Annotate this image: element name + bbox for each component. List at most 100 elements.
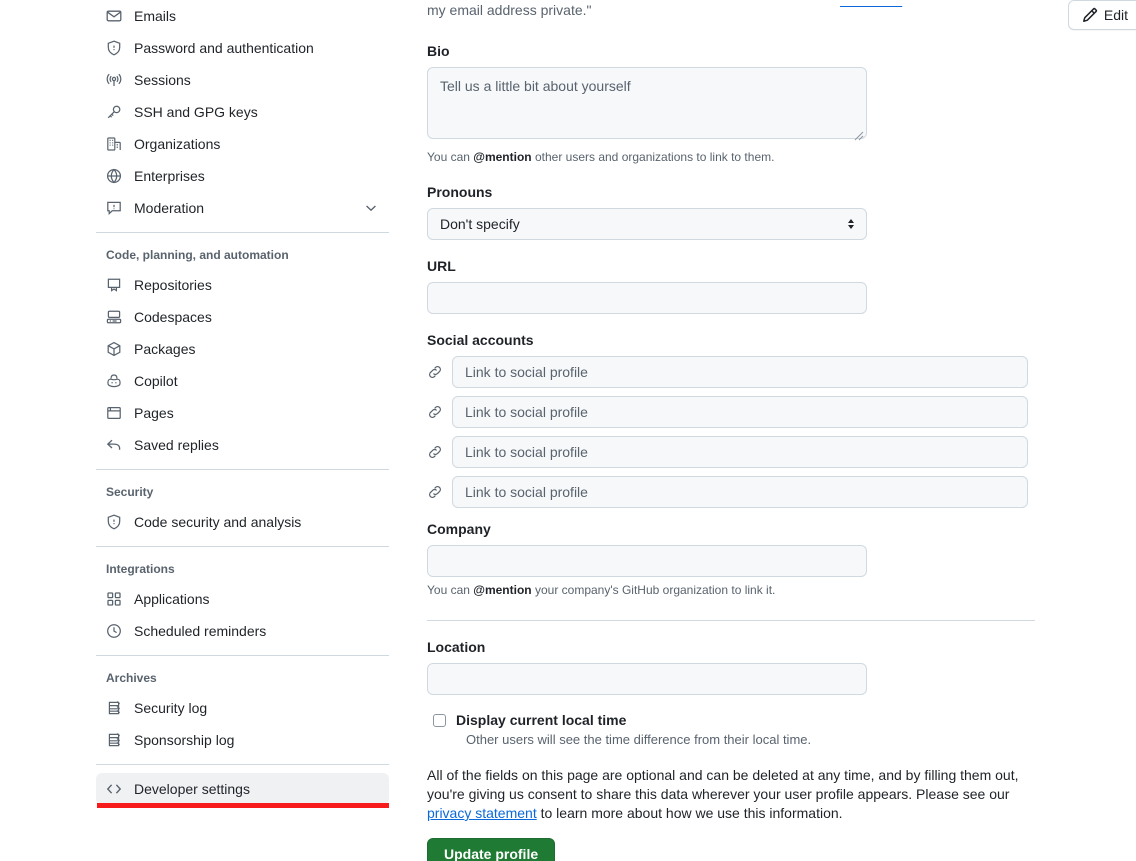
sidebar-item-label: Enterprises: [134, 168, 205, 184]
clipped-email-note-text: my email address private.": [427, 2, 592, 18]
social-accounts-label: Social accounts: [427, 332, 534, 348]
sidebar-item-sponsorship-log[interactable]: Sponsorship log: [96, 724, 389, 756]
sidebar-item-applications[interactable]: Applications: [96, 583, 389, 615]
codespaces-icon: [106, 309, 122, 325]
pencil-icon: [1082, 7, 1098, 23]
bio-textarea[interactable]: [427, 67, 867, 139]
social-profile-input-3[interactable]: [452, 436, 1028, 468]
local-time-section: Display current local time Other users w…: [427, 710, 1037, 749]
sidebar-item-security-log[interactable]: Security log: [96, 692, 389, 724]
sidebar-item-pages[interactable]: Pages: [96, 397, 389, 429]
sidebar-item-code-security-and-analysis[interactable]: Code security and analysis: [96, 506, 389, 538]
repo-icon: [106, 277, 122, 293]
edit-button[interactable]: Edit: [1067, 0, 1136, 30]
social-profile-input-2[interactable]: [452, 396, 1028, 428]
sidebar-item-label: Copilot: [134, 373, 178, 389]
sidebar-item-password-and-authentication[interactable]: Password and authentication: [96, 32, 389, 64]
clipped-inline-link[interactable]: [840, 0, 902, 10]
globe-icon: [106, 168, 122, 184]
social-accounts-section: Social accounts: [427, 330, 1037, 508]
url-input[interactable]: [427, 282, 867, 314]
sidebar-group: Applications Scheduled reminders: [96, 583, 389, 647]
sidebar-item-saved-replies[interactable]: Saved replies: [96, 429, 389, 461]
sidebar-item-label: Emails: [134, 8, 177, 24]
sidebar-item-label: Codespaces: [134, 309, 212, 325]
sidebar-group-title: Code, planning, and automation: [106, 248, 289, 262]
code-icon: [106, 781, 122, 797]
sidebar-divider: [96, 655, 389, 656]
pronouns-select[interactable]: Don't specifythey/themshe/herhe/himCusto…: [427, 208, 867, 240]
package-icon: [106, 341, 122, 357]
reply-icon: [106, 437, 122, 453]
local-time-checkbox[interactable]: [433, 714, 446, 727]
sidebar-item-repositories[interactable]: Repositories: [96, 269, 389, 301]
sidebar-item-label: Security log: [134, 700, 208, 716]
update-profile-button[interactable]: Update profile: [427, 838, 556, 861]
consent-part2: to learn more about how we use this info…: [536, 805, 843, 821]
log-icon: [106, 732, 122, 748]
chevron-down-icon[interactable]: [363, 200, 379, 216]
location-label: Location: [427, 639, 486, 655]
log-icon: [106, 700, 122, 716]
sidebar-item-scheduled-reminders[interactable]: Scheduled reminders: [96, 615, 389, 647]
sidebar-group: Developer settings: [96, 773, 389, 805]
local-time-sublabel: Other users will see the time difference…: [466, 732, 812, 747]
sidebar-item-label: Applications: [134, 591, 210, 607]
social-account-row: [427, 476, 1037, 508]
company-hint-mention: @mention: [473, 583, 532, 597]
sidebar-item-packages[interactable]: Packages: [96, 333, 389, 365]
edit-button-label: Edit: [1103, 7, 1128, 23]
shield-check-icon: [106, 514, 122, 530]
sidebar-item-label: Pages: [134, 405, 174, 421]
local-time-label[interactable]: Display current local time: [456, 710, 626, 730]
bio-input-wrapper: [427, 67, 867, 144]
organization-icon: [106, 136, 122, 152]
social-profile-input-1[interactable]: [452, 356, 1028, 388]
sidebar-item-moderation[interactable]: Moderation: [96, 192, 389, 224]
copilot-icon: [106, 373, 122, 389]
browser-icon: [106, 405, 122, 421]
sidebar-item-copilot[interactable]: Copilot: [96, 365, 389, 397]
sidebar-item-label: Password and authentication: [134, 40, 314, 56]
bio-hint-prefix: You can: [427, 150, 474, 164]
bio-label: Bio: [427, 43, 450, 59]
consent-text: All of the fields on this page are optio…: [427, 766, 1035, 823]
location-input[interactable]: [427, 663, 867, 695]
settings-profile-page: Emails Password and authentication Session…: [0, 0, 1136, 861]
apps-icon: [106, 591, 122, 607]
sidebar-item-label: Moderation: [134, 200, 205, 216]
sidebar-item-enterprises[interactable]: Enterprises: [96, 160, 389, 192]
clock-icon: [106, 623, 122, 639]
sidebar-item-sessions[interactable]: Sessions: [96, 64, 389, 96]
sidebar-item-codespaces[interactable]: Codespaces: [96, 301, 389, 333]
local-time-checkbox-row[interactable]: Display current local time: [427, 710, 1037, 730]
sidebar-item-ssh-and-gpg-keys[interactable]: SSH and GPG keys: [96, 96, 389, 128]
sidebar-group-title: Archives: [106, 671, 157, 685]
report-icon: [106, 200, 122, 216]
sidebar-item-label: SSH and GPG keys: [134, 104, 258, 120]
pronouns-label: Pronouns: [427, 184, 493, 200]
privacy-statement-link[interactable]: privacy statement: [427, 805, 537, 821]
sidebar-item-organizations[interactable]: Organizations: [96, 128, 389, 160]
social-rows: [427, 356, 1037, 508]
company-input[interactable]: [427, 545, 867, 577]
sidebar-item-label: Packages: [134, 341, 196, 357]
location-section: Location: [427, 637, 1037, 695]
company-hint-suffix: your company's GitHub organization to li…: [531, 583, 776, 597]
settings-sidebar: Emails Password and authentication Session…: [96, 0, 389, 805]
section-divider: [427, 620, 1035, 621]
sidebar-item-developer-settings[interactable]: Developer settings: [96, 773, 389, 805]
key-icon: [106, 104, 122, 120]
sidebar-group: Repositories Codespaces Packages Copilot Pag…: [96, 269, 389, 461]
sidebar-group: Emails Password and authentication Session…: [96, 0, 389, 224]
company-section: Company You can @mention your company's …: [427, 519, 1037, 599]
sidebar-item-label: Sponsorship log: [134, 732, 235, 748]
sidebar-item-emails[interactable]: Emails: [96, 0, 389, 32]
sidebar-item-label: Developer settings: [134, 781, 250, 797]
sidebar-group-title: Integrations: [106, 562, 175, 576]
pronouns-section: Pronouns Don't specifythey/themshe/herhe…: [427, 182, 1037, 240]
bio-hint-suffix: other users and organizations to link to…: [531, 150, 775, 164]
social-profile-input-4[interactable]: [452, 476, 1028, 508]
pronouns-select-wrapper: Don't specifythey/themshe/herhe/himCusto…: [427, 208, 867, 240]
sidebar-group: Code security and analysis: [96, 506, 389, 538]
